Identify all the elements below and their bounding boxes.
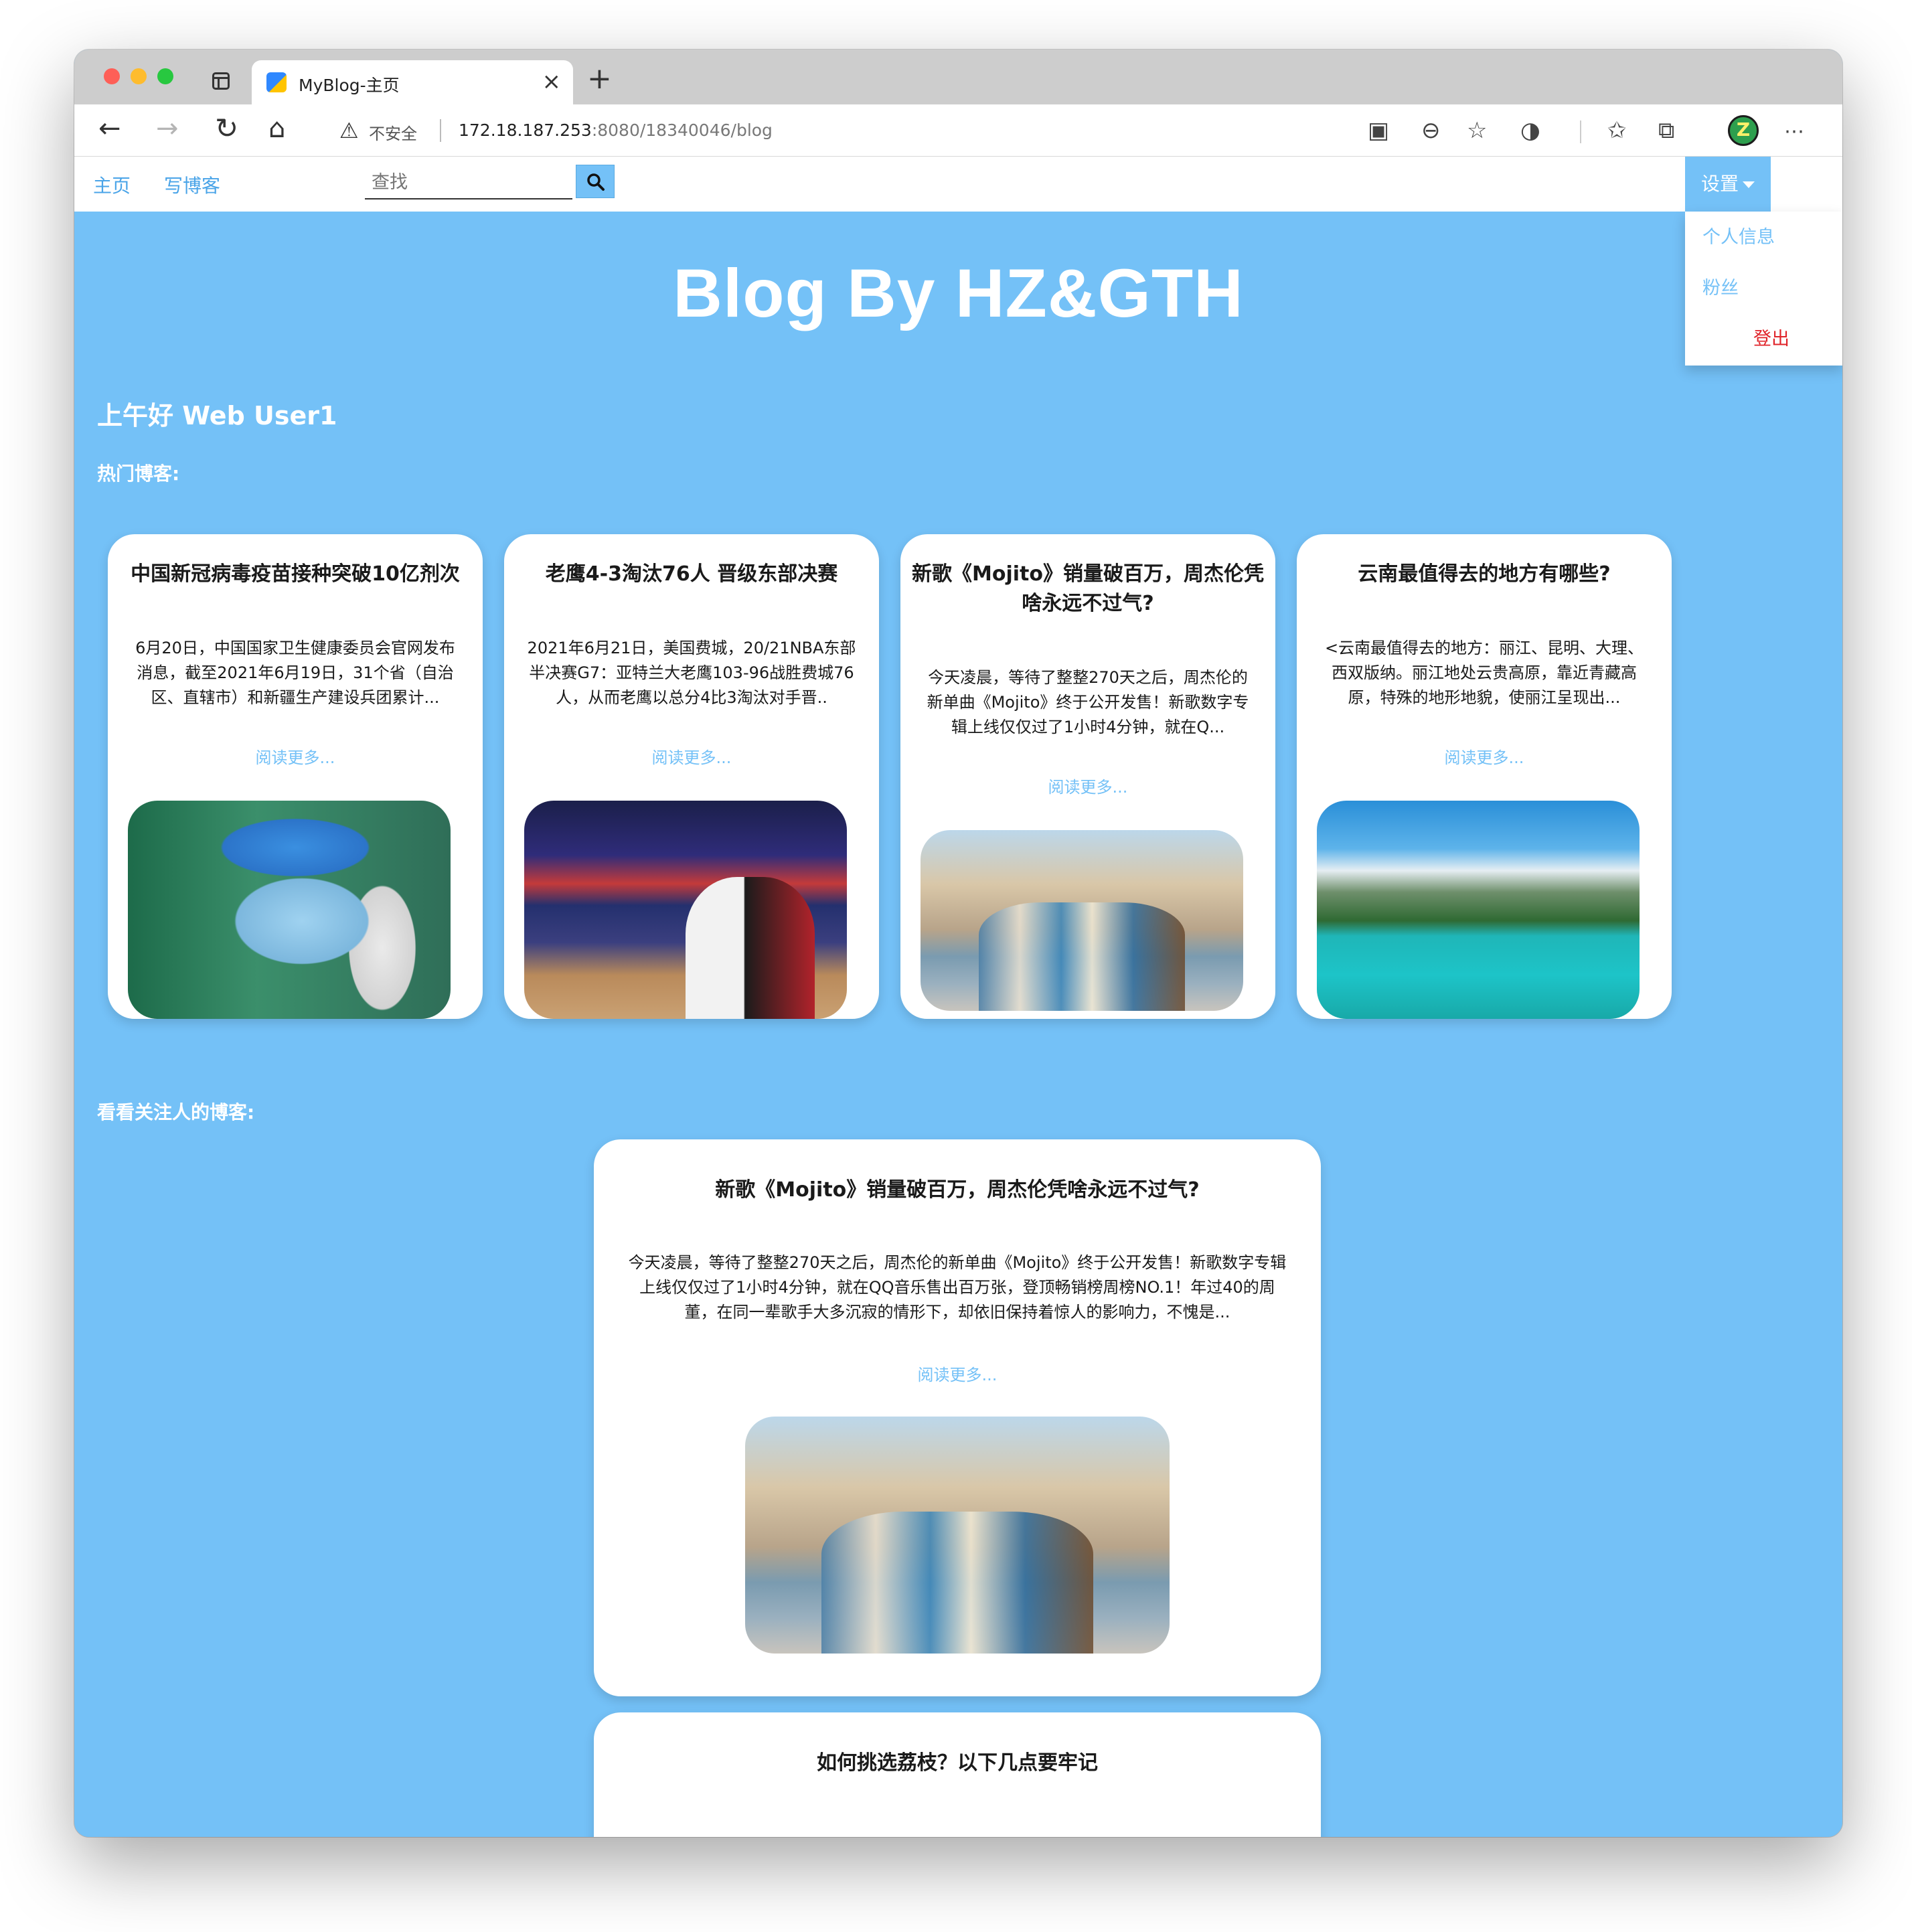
site-title: Blog By HZ&GTH	[673, 255, 1244, 331]
nav-home-link[interactable]: 主页	[93, 171, 131, 198]
add-favorite-icon[interactable]: ☆	[1467, 116, 1487, 145]
menu-item-profile[interactable]: 个人信息	[1702, 222, 1775, 248]
more-menu-icon[interactable]: ⋯	[1784, 118, 1804, 146]
card-excerpt: 今天凌晨，等待了整整270天之后，周杰伦的新单曲《Mojito》终于公开发售！新…	[628, 1253, 1287, 1321]
read-aloud-icon[interactable]: ▣	[1368, 116, 1389, 145]
nav-write-link[interactable]: 写博客	[164, 171, 220, 198]
tab-title: MyBlog-主页	[299, 76, 400, 95]
browser-toolbar: ← → ↻ ⌂ ⚠ 不安全 172.18.187.253:8080/183400…	[74, 104, 1842, 157]
caret-down-icon	[1743, 181, 1755, 188]
reload-icon[interactable]: ↻	[215, 111, 238, 146]
blog-card[interactable]: 中国新冠病毒疫苗接种突破10亿剂次 6月20日，中国国家卫生健康委员会官网发布消…	[108, 534, 483, 1019]
profile-avatar-icon[interactable]	[1728, 115, 1759, 146]
card-title: 如何挑选荔枝？以下几点要牢记	[817, 1751, 1098, 1775]
maximize-window-button[interactable]	[157, 68, 173, 84]
card-excerpt: 2021年6月21日，美国费城，20/21NBA东部半决赛G7：亚特兰大老鹰10…	[527, 639, 856, 707]
card-image	[128, 801, 451, 1019]
card-image	[1317, 801, 1640, 1019]
card-title: 新歌《Mojito》销量破百万，周杰伦凭啥永远不过气?	[715, 1178, 1200, 1202]
address-bar[interactable]: ⚠ 不安全 172.18.187.253:8080/18340046/blog	[326, 111, 1397, 150]
settings-dropdown-button[interactable]: 设置	[1685, 157, 1771, 212]
tab-myblog[interactable]: MyBlog-主页 ×	[252, 60, 573, 104]
read-more-link[interactable]: 阅读更多...	[504, 744, 879, 768]
blog-card[interactable]: 新歌《Mojito》销量破百万，周杰伦凭啥永远不过气? 今天凌晨，等待了整整27…	[594, 1139, 1321, 1696]
card-excerpt: <云南最值得去的地方：丽江、昆明、大理、西双版纳。丽江地处云贵高原，靠近青藏高原…	[1324, 639, 1644, 707]
tab-strip: MyBlog-主页 × +	[74, 50, 1842, 104]
card-image	[921, 830, 1243, 1011]
favorites-icon[interactable]: ✩	[1607, 116, 1627, 145]
read-more-link[interactable]: 阅读更多...	[900, 774, 1275, 797]
blog-card[interactable]: 如何挑选荔枝？以下几点要牢记	[594, 1712, 1321, 1837]
close-tab-icon[interactable]: ×	[542, 68, 562, 95]
page-content: 主页 写博客 设置 个人信息 粉丝 登出 Blog By HZ&GTH 上午好 …	[74, 157, 1842, 1837]
url-host: 172.18.187.253	[459, 120, 592, 140]
settings-label: 设置	[1700, 173, 1739, 195]
read-more-link[interactable]: 阅读更多...	[594, 1362, 1321, 1385]
tab-actions-icon[interactable]	[212, 72, 230, 90]
search-icon	[587, 173, 605, 191]
search-input[interactable]	[365, 166, 572, 199]
read-more-link[interactable]: 阅读更多...	[108, 744, 483, 768]
security-label: 不安全	[369, 125, 417, 143]
section-label-following: 看看关注人的博客:	[97, 1101, 255, 1123]
blog-card[interactable]: 老鹰4-3淘汰76人 晋级东部决赛 2021年6月21日，美国费城，20/21N…	[504, 534, 879, 1019]
card-title: 新歌《Mojito》销量破百万，周杰伦凭啥永远不过气?	[912, 562, 1264, 615]
collections-icon[interactable]: ⧉	[1658, 116, 1674, 145]
site-favicon-icon	[266, 72, 287, 92]
url-path: :8080/18340046/blog	[591, 120, 773, 140]
blog-card[interactable]: 新歌《Mojito》销量破百万，周杰伦凭啥永远不过气? 今天凌晨，等待了整整27…	[900, 534, 1275, 1019]
card-title: 云南最值得去的地方有哪些?	[1358, 562, 1611, 586]
read-more-link[interactable]: 阅读更多...	[1297, 744, 1672, 768]
back-icon[interactable]: ←	[98, 111, 121, 146]
home-icon[interactable]: ⌂	[268, 111, 285, 146]
card-excerpt: 6月20日，中国国家卫生健康委员会官网发布消息，截至2021年6月19日，31个…	[135, 639, 455, 707]
card-image	[524, 801, 847, 1019]
section-label-hot: 热门博客:	[97, 463, 180, 485]
toolbar-divider	[1580, 120, 1581, 143]
warning-icon: ⚠	[339, 118, 359, 143]
tracking-prevention-icon[interactable]: ◑	[1520, 116, 1540, 145]
address-divider	[440, 119, 441, 142]
forward-icon[interactable]: →	[156, 111, 179, 146]
card-image	[745, 1417, 1170, 1654]
zoom-out-icon[interactable]: ⊖	[1421, 116, 1441, 145]
url-text: 172.18.187.253:8080/18340046/blog	[459, 120, 773, 140]
greeting: 上午好 Web User1	[97, 401, 337, 430]
minimize-window-button[interactable]	[131, 68, 147, 84]
blog-card[interactable]: 云南最值得去的地方有哪些? <云南最值得去的地方：丽江、昆明、大理、西双版纳。丽…	[1297, 534, 1672, 1019]
close-window-button[interactable]	[104, 68, 120, 84]
card-excerpt: 今天凌晨，等待了整整270天之后，周杰伦的新单曲《Mojito》终于公开发售！新…	[927, 668, 1249, 736]
card-title: 中国新冠病毒疫苗接种突破10亿剂次	[131, 562, 460, 586]
new-tab-icon[interactable]: +	[587, 64, 612, 94]
site-navbar: 主页 写博客 设置	[74, 157, 1842, 212]
card-title: 老鹰4-3淘汰76人 晋级东部决赛	[545, 562, 838, 586]
browser-window: MyBlog-主页 × + ← → ↻ ⌂ ⚠ 不安全 172.18.187.2…	[74, 50, 1842, 1837]
search-button[interactable]	[576, 165, 615, 198]
